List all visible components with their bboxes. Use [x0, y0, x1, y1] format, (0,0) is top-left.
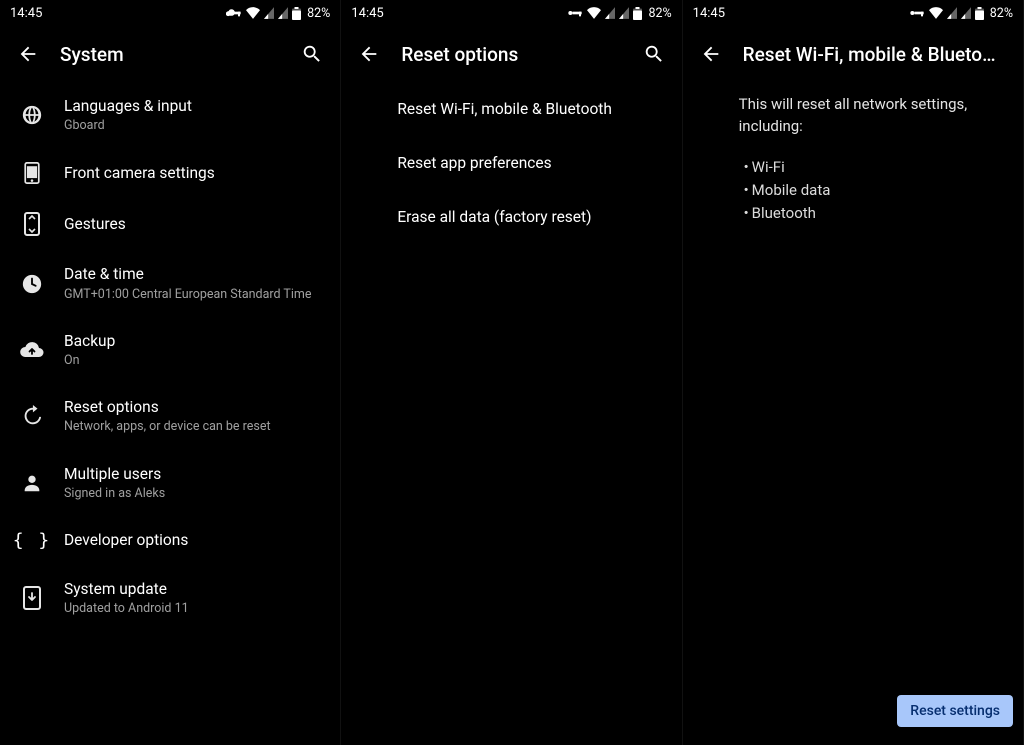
item-sub: GMT+01:00 Central European Standard Time: [64, 287, 324, 303]
app-bar: System: [0, 26, 340, 82]
signal-2-icon: [961, 7, 971, 19]
item-reset-options[interactable]: Reset options Network, apps, or device c…: [0, 383, 340, 449]
reset-network-detail: This will reset all network settings, in…: [683, 82, 1023, 745]
app-bar: Reset options: [341, 26, 681, 82]
vpn-key-icon: [226, 8, 242, 18]
phone-front-icon: [22, 162, 42, 184]
item-title: Languages & input: [64, 96, 324, 116]
phone-screen-reset-options: 14:45 82% Reset options Reset Wi-Fi, mob…: [341, 0, 682, 745]
page-title: System: [60, 43, 292, 66]
vpn-key-icon: [909, 8, 925, 18]
arrow-back-icon: [17, 43, 39, 65]
battery-percent: 82%: [990, 6, 1013, 21]
item-title: Developer options: [64, 530, 324, 550]
item-sub: Signed in as Aleks: [64, 486, 324, 502]
battery-icon: [292, 7, 301, 20]
phone-screen-reset-network: 14:45 82% Reset Wi-Fi, mobile & Blueto… …: [683, 0, 1024, 745]
search-button[interactable]: [292, 34, 332, 74]
signal-2-icon: [619, 7, 629, 19]
item-sub: On: [64, 353, 324, 369]
back-button[interactable]: [691, 34, 731, 74]
wifi-icon: [929, 7, 943, 19]
search-icon: [301, 43, 323, 65]
bullet-mobile-data: Mobile data: [739, 179, 1003, 200]
item-title: Front camera settings: [64, 163, 324, 183]
item-sub: Gboard: [64, 118, 324, 134]
system-update-icon: [23, 586, 41, 610]
signal-1-icon: [605, 7, 615, 19]
item-reset-network[interactable]: Reset Wi-Fi, mobile & Bluetooth: [341, 82, 681, 136]
item-gestures[interactable]: Gestures: [0, 198, 340, 250]
item-title: Multiple users: [64, 464, 324, 484]
battery-icon: [633, 7, 642, 20]
search-button[interactable]: [634, 34, 674, 74]
item-sub: Updated to Android 11: [64, 601, 324, 617]
cloud-up-icon: [20, 341, 44, 359]
battery-percent: 82%: [307, 6, 330, 21]
status-clock: 14:45: [693, 6, 725, 21]
signal-1-icon: [264, 7, 274, 19]
restore-icon: [21, 405, 43, 427]
phone-screen-system: 14:45 82% System Languages & input Gboar…: [0, 0, 341, 745]
item-title: Backup: [64, 331, 324, 351]
clock-icon: [21, 273, 43, 295]
reset-options-list: Reset Wi-Fi, mobile & Bluetooth Reset ap…: [341, 82, 681, 745]
status-icons: 82%: [226, 6, 330, 21]
vpn-key-icon: [567, 8, 583, 18]
wifi-icon: [246, 7, 260, 19]
signal-2-icon: [278, 7, 288, 19]
arrow-back-icon: [700, 43, 722, 65]
item-languages-input[interactable]: Languages & input Gboard: [0, 82, 340, 148]
page-title: Reset Wi-Fi, mobile & Blueto…: [743, 43, 1015, 66]
item-title: Date & time: [64, 264, 324, 284]
item-system-update[interactable]: System update Updated to Android 11: [0, 565, 340, 631]
settings-list: Languages & input Gboard Front camera se…: [0, 82, 340, 745]
item-title: System update: [64, 579, 324, 599]
status-icons: 82%: [909, 6, 1013, 21]
back-button[interactable]: [8, 34, 48, 74]
status-icons: 82%: [567, 6, 671, 21]
status-bar: 14:45 82%: [341, 0, 681, 26]
wifi-icon: [587, 7, 601, 19]
bullet-wifi: Wi-Fi: [739, 156, 1003, 177]
globe-icon: [21, 104, 43, 126]
item-developer-options[interactable]: { } Developer options: [0, 516, 340, 565]
status-clock: 14:45: [351, 6, 383, 21]
intro-text: This will reset all network settings, in…: [739, 94, 1003, 138]
status-bar: 14:45 82%: [0, 0, 340, 26]
status-bar: 14:45 82%: [683, 0, 1023, 26]
signal-1-icon: [947, 7, 957, 19]
search-icon: [643, 43, 665, 65]
item-title: Reset options: [64, 397, 324, 417]
item-date-time[interactable]: Date & time GMT+01:00 Central European S…: [0, 250, 340, 316]
item-front-camera[interactable]: Front camera settings: [0, 148, 340, 198]
braces-icon: { }: [13, 530, 52, 551]
back-button[interactable]: [349, 34, 389, 74]
battery-icon: [975, 7, 984, 20]
gesture-icon: [22, 212, 42, 236]
arrow-back-icon: [358, 43, 380, 65]
item-multiple-users[interactable]: Multiple users Signed in as Aleks: [0, 450, 340, 516]
person-icon: [21, 472, 43, 494]
status-clock: 14:45: [10, 6, 42, 21]
item-title: Gestures: [64, 214, 324, 234]
bullet-bluetooth: Bluetooth: [739, 202, 1003, 223]
item-reset-app-prefs[interactable]: Reset app preferences: [341, 136, 681, 190]
item-factory-reset[interactable]: Erase all data (factory reset): [341, 190, 681, 244]
item-backup[interactable]: Backup On: [0, 317, 340, 383]
battery-percent: 82%: [648, 6, 671, 21]
app-bar: Reset Wi-Fi, mobile & Blueto…: [683, 26, 1023, 82]
item-sub: Network, apps, or device can be reset: [64, 419, 324, 435]
page-title: Reset options: [401, 43, 633, 66]
reset-settings-button[interactable]: Reset settings: [897, 695, 1013, 727]
